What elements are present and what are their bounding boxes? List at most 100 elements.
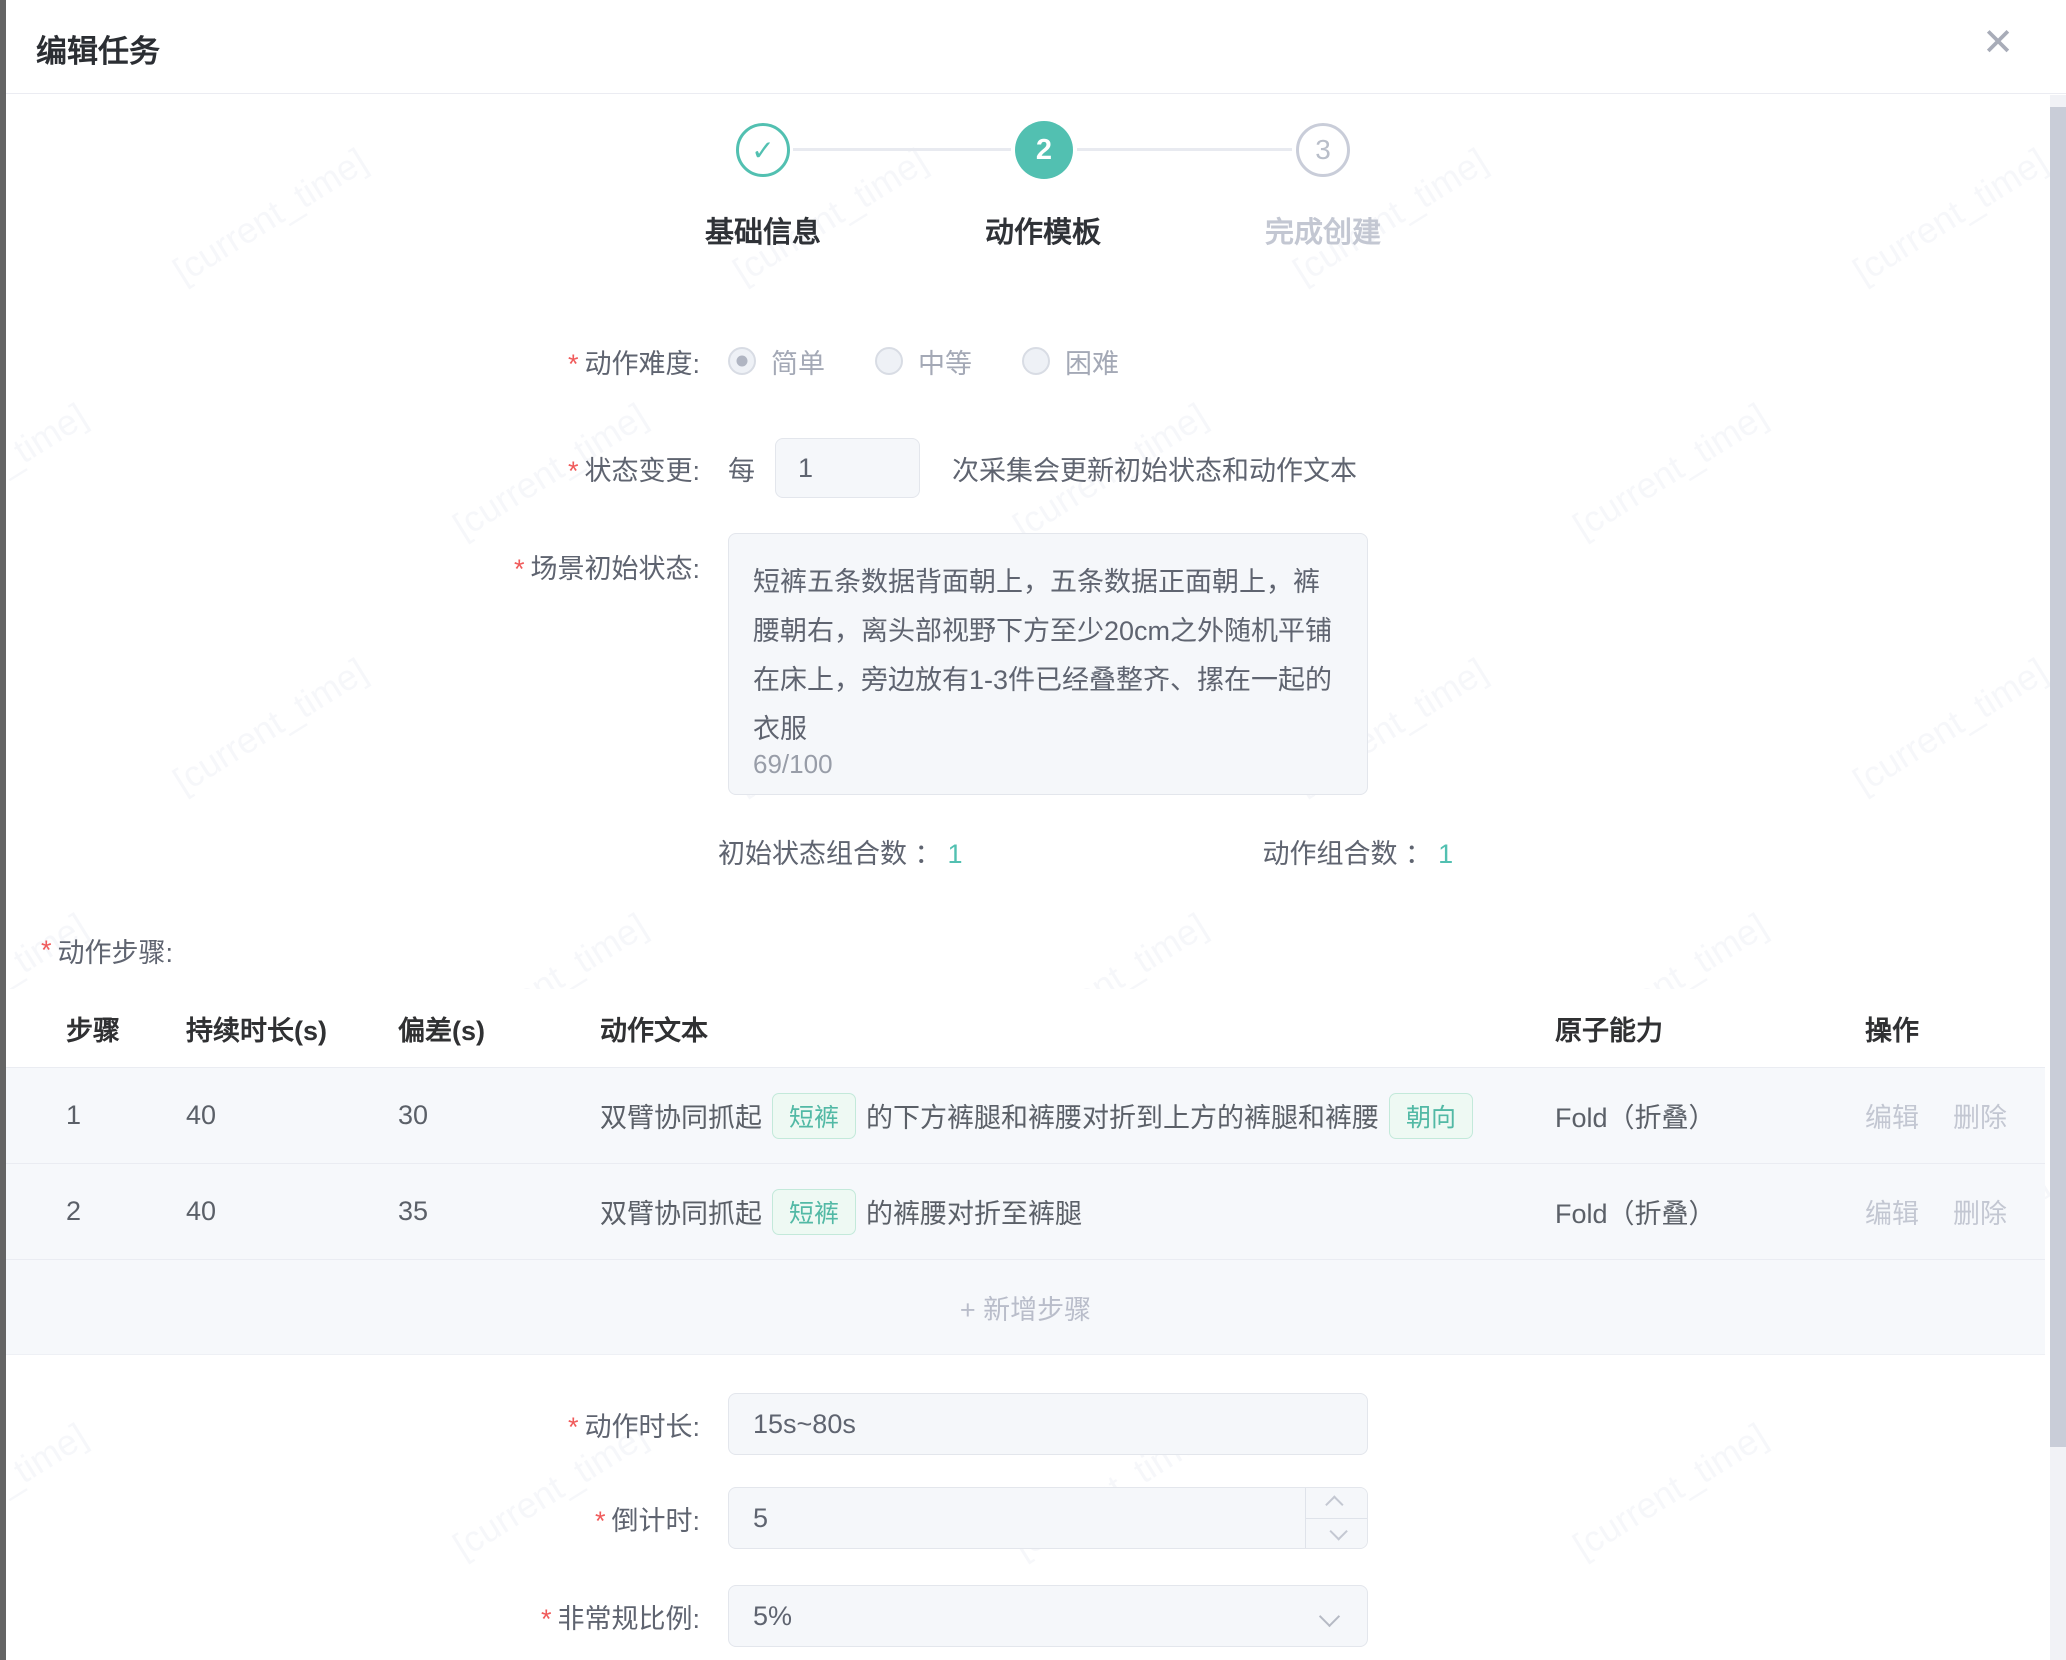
action-text: 的下方裤腿和裤腰对折到上方的裤腿和裤腰 — [866, 1096, 1379, 1135]
scrollbar-thumb[interactable] — [2050, 107, 2066, 1447]
step-2-circle: 2 — [1015, 121, 1073, 179]
state-change-row: *状态变更: 每 次采集会更新初始状态和动作文本 — [6, 437, 2045, 499]
state-change-control: 每 次采集会更新初始状态和动作文本 — [728, 438, 1357, 498]
radio-difficulty-hard[interactable]: 困难 — [1022, 342, 1119, 381]
cell-ability: Fold（折叠） — [1555, 1192, 1865, 1231]
unusual-ratio-label: *非常规比例: — [6, 1597, 700, 1636]
close-icon[interactable]: ✕ — [1982, 24, 2014, 62]
cell-ability: Fold（折叠） — [1555, 1096, 1865, 1135]
step-1-check-icon: ✓ — [736, 123, 790, 177]
radio-label: 困难 — [1065, 342, 1119, 381]
initial-state-label: *场景初始状态: — [6, 533, 700, 586]
cell-deviation: 30 — [398, 1100, 600, 1131]
wizard-stepper: ✓ 2 3 基础信息 动作模板 完成创建 — [623, 123, 1463, 255]
required-asterisk: * — [568, 1412, 579, 1442]
chevron-down-icon — [1329, 1522, 1347, 1540]
stepper-connector — [1077, 148, 1292, 151]
action-steps-section-label: *动作步骤: — [41, 929, 2045, 971]
initial-state-row: *场景初始状态: 69/100 — [6, 533, 2045, 795]
radio-circle — [1022, 347, 1050, 375]
cell-operations: 编辑 删除 — [1865, 1096, 2045, 1135]
state-change-input[interactable] — [775, 438, 920, 498]
action-duration-row: *动作时长: — [6, 1393, 2045, 1455]
combo-counts-row: 初始状态组合数 ：1 动作组合数 ：1 — [6, 831, 2045, 871]
step-1-symbol: ✓ — [751, 134, 774, 167]
unusual-ratio-value[interactable] — [729, 1586, 1322, 1646]
col-header-ability: 原子能力 — [1555, 1009, 1865, 1048]
required-asterisk: * — [595, 1506, 606, 1536]
countdown-row: *倒计时: — [6, 1487, 2045, 1549]
action-steps-table: 步骤 持续时长(s) 偏差(s) 动作文本 原子能力 操作 1 40 30 双臂… — [6, 989, 2045, 1355]
initial-combo-count: 初始状态组合数 ：1 — [718, 832, 963, 871]
step-3-circle: 3 — [1296, 123, 1350, 177]
step-2-symbol: 2 — [1036, 134, 1052, 167]
difficulty-label: *动作难度: — [6, 342, 700, 381]
cell-operations: 编辑 删除 — [1865, 1192, 2045, 1231]
col-header-action-text: 动作文本 — [600, 1009, 1555, 1048]
cell-action-text: 双臂协同抓起 短裤 的裤腰对折至裤腿 — [600, 1189, 1555, 1235]
action-combo-count: 动作组合数 ：1 — [1263, 832, 1454, 871]
unusual-ratio-select[interactable] — [728, 1585, 1368, 1647]
action-text: 的裤腰对折至裤腿 — [866, 1192, 1082, 1231]
step-2-label: 动作模板 — [923, 209, 1163, 251]
required-asterisk: * — [568, 456, 579, 486]
number-spinner — [1305, 1488, 1367, 1548]
state-change-label: *状态变更: — [6, 449, 700, 488]
char-counter: 69/100 — [753, 749, 833, 780]
countdown-field — [728, 1487, 1368, 1549]
cell-action-text: 双臂协同抓起 短裤 的下方裤腿和裤腰对折到上方的裤腿和裤腰 朝向 — [600, 1093, 1555, 1139]
step-3-label: 完成创建 — [1203, 209, 1443, 251]
radio-circle — [875, 347, 903, 375]
cell-duration: 40 — [186, 1100, 398, 1131]
dialog-title: 编辑任务 — [36, 26, 160, 71]
difficulty-radio-group: 简单 中等 困难 — [728, 342, 1119, 381]
table-header-row: 步骤 持续时长(s) 偏差(s) 动作文本 原子能力 操作 — [6, 989, 2045, 1067]
delete-link[interactable]: 删除 — [1953, 1096, 2007, 1135]
col-header-deviation: 偏差(s) — [398, 1009, 600, 1048]
window-edge — [0, 0, 6, 1660]
spinner-down-button[interactable] — [1306, 1518, 1367, 1549]
orientation-tag: 朝向 — [1389, 1093, 1473, 1139]
object-tag: 短裤 — [772, 1189, 856, 1235]
cell-step: 1 — [66, 1100, 186, 1131]
action-duration-field — [728, 1393, 1368, 1455]
scrollbar-track[interactable] — [2050, 95, 2066, 1660]
radio-difficulty-easy[interactable]: 简单 — [728, 342, 825, 381]
delete-link[interactable]: 删除 — [1953, 1192, 2007, 1231]
required-asterisk: * — [568, 349, 579, 379]
countdown-label: *倒计时: — [6, 1499, 700, 1538]
cell-step: 2 — [66, 1196, 186, 1227]
chevron-down-icon — [1319, 1605, 1340, 1626]
radio-label: 中等 — [918, 342, 972, 381]
action-combo-value: 1 — [1438, 839, 1453, 869]
dialog-body: ✓ 2 3 基础信息 动作模板 完成创建 *动作难度: 简单 中等 — [6, 95, 2045, 1647]
stepper-connector — [793, 148, 1011, 151]
dialog-header: 编辑任务 ✕ — [6, 0, 2066, 94]
radio-label: 简单 — [771, 342, 825, 381]
cell-deviation: 35 — [398, 1196, 600, 1227]
difficulty-row: *动作难度: 简单 中等 困难 — [6, 339, 2045, 383]
edit-task-dialog: [current_time][current_time][current_tim… — [0, 0, 2066, 1660]
action-text: 双臂协同抓起 — [600, 1096, 762, 1135]
required-asterisk: * — [541, 1604, 552, 1634]
table-row: 1 40 30 双臂协同抓起 短裤 的下方裤腿和裤腰对折到上方的裤腿和裤腰 朝向… — [6, 1067, 2045, 1163]
initial-combo-value: 1 — [948, 839, 963, 869]
spinner-up-button[interactable] — [1306, 1488, 1367, 1518]
unusual-ratio-row: *非常规比例: — [6, 1585, 2045, 1647]
radio-circle — [728, 347, 756, 375]
state-change-suffix: 次采集会更新初始状态和动作文本 — [952, 449, 1357, 488]
object-tag: 短裤 — [772, 1093, 856, 1139]
step-3-symbol: 3 — [1315, 134, 1331, 166]
edit-link[interactable]: 编辑 — [1865, 1192, 1919, 1231]
col-header-operations: 操作 — [1865, 1009, 2045, 1048]
edit-link[interactable]: 编辑 — [1865, 1096, 1919, 1135]
step-1-label: 基础信息 — [643, 209, 883, 251]
action-duration-input[interactable] — [729, 1394, 1367, 1454]
chevron-up-icon — [1325, 1496, 1343, 1514]
required-asterisk: * — [41, 935, 52, 966]
initial-state-textarea-wrap: 69/100 — [728, 533, 1368, 795]
add-step-button[interactable]: + 新增步骤 — [6, 1259, 2045, 1355]
radio-difficulty-medium[interactable]: 中等 — [875, 342, 972, 381]
table-row: 2 40 35 双臂协同抓起 短裤 的裤腰对折至裤腿 Fold（折叠） 编辑 删… — [6, 1163, 2045, 1259]
countdown-input[interactable] — [729, 1488, 1305, 1548]
